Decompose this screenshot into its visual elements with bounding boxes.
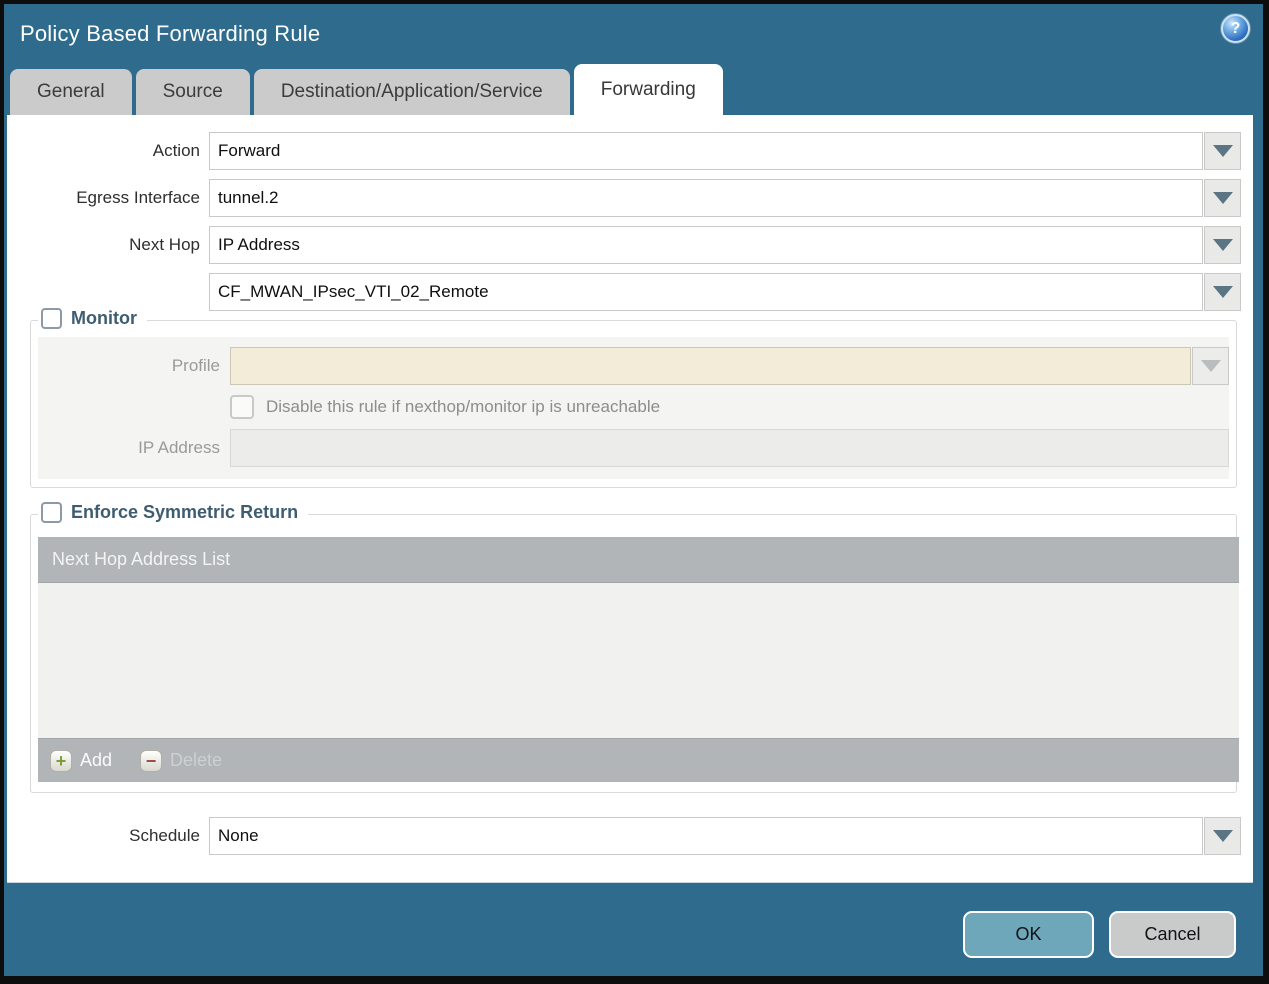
symmetric-return-fieldset: Enforce Symmetric Return Next Hop Addres… [30,502,1239,793]
chevron-down-icon [1212,239,1233,251]
symmetric-return-legend: Enforce Symmetric Return [38,502,309,523]
tab-destination-application-service[interactable]: Destination/Application/Service [253,69,570,115]
egress-interface-combo [209,179,1241,217]
next-hop-address-combo [209,273,1241,311]
next-hop-address-table-header: Next Hop Address List [38,537,1239,583]
schedule-label: Schedule [129,826,200,845]
delete-button-label: Delete [170,750,223,770]
schedule-input[interactable] [209,817,1203,855]
dialog-titlebar: Policy Based Forwarding Rule ? [4,4,1263,64]
symmetric-return-checkbox[interactable] [41,502,62,523]
egress-interface-input[interactable] [209,179,1203,217]
monitor-checkbox[interactable] [41,308,62,329]
schedule-combo [209,817,1241,855]
chevron-down-icon [1212,145,1233,157]
add-button[interactable]: + Add [50,749,113,772]
monitor-fieldset: Monitor Profile Disable this rule if nex… [30,308,1237,488]
chevron-down-icon [1212,192,1233,204]
help-icon[interactable]: ? [1221,14,1250,43]
profile-label: Profile [171,356,220,375]
next-hop-dropdown-trigger[interactable] [1204,226,1241,264]
monitor-ip-label: IP Address [138,438,220,457]
next-hop-address-row [7,273,1253,311]
minus-icon: − [140,749,163,772]
ok-button-label: OK [1015,924,1042,944]
action-label: Action [152,141,200,160]
next-hop-address-input[interactable] [209,273,1203,311]
tab-destination-label: Destination/Application/Service [280,81,543,102]
next-hop-row: Next Hop [7,226,1253,264]
profile-row: Profile [38,347,1229,385]
next-hop-address-table-toolbar: + Add − Delete [38,738,1239,782]
chevron-down-icon [1212,286,1233,298]
egress-interface-dropdown-trigger[interactable] [1204,179,1241,217]
egress-interface-label: Egress Interface [76,188,200,207]
next-hop-address-table-body[interactable] [38,583,1239,738]
action-dropdown-trigger[interactable] [1204,132,1241,170]
ok-button[interactable]: OK [963,911,1094,958]
pbf-rule-dialog: Policy Based Forwarding Rule ? General S… [0,0,1269,984]
dialog-title: Policy Based Forwarding Rule [20,21,321,46]
dialog-footer: OK Cancel [963,911,1236,958]
monitor-ip-row: IP Address [38,429,1229,467]
help-glyph: ? [1230,19,1241,37]
monitor-legend: Monitor [38,308,147,329]
chevron-down-icon [1212,830,1233,842]
action-input[interactable] [209,132,1203,170]
monitor-legend-label: Monitor [71,308,137,328]
schedule-row: Schedule [7,817,1253,855]
next-hop-address-list-header-label: Next Hop Address List [52,549,231,569]
tab-bar: General Source Destination/Application/S… [4,64,1263,115]
monitor-panel: Profile Disable this rule if nexthop/mon… [38,337,1229,479]
next-hop-type-input[interactable] [209,226,1203,264]
action-combo [209,132,1241,170]
cancel-button-label: Cancel [1144,924,1201,944]
disable-rule-row: Disable this rule if nexthop/monitor ip … [230,395,1229,419]
disable-rule-label: Disable this rule if nexthop/monitor ip … [266,397,661,416]
tab-forwarding[interactable]: Forwarding [573,64,723,115]
profile-dropdown-trigger [1192,347,1229,385]
disable-rule-checkbox [230,395,254,419]
monitor-ip-input [230,429,1229,467]
next-hop-address-table: Next Hop Address List + Add − Delete [38,537,1239,782]
forwarding-tab-panel: Action Egress Interface Next Hop [7,115,1253,883]
chevron-down-icon [1200,360,1221,372]
egress-interface-row: Egress Interface [7,179,1253,217]
tab-source-label: Source [162,81,223,102]
next-hop-combo [209,226,1241,264]
action-row: Action [7,132,1253,170]
add-button-label: Add [80,750,113,770]
schedule-dropdown-trigger[interactable] [1204,817,1241,855]
tab-general[interactable]: General [10,69,132,115]
tab-source[interactable]: Source [135,69,250,115]
next-hop-label: Next Hop [129,235,200,254]
next-hop-address-dropdown-trigger[interactable] [1204,273,1241,311]
delete-button[interactable]: − Delete [140,749,223,772]
profile-input [230,347,1192,385]
tab-forwarding-label: Forwarding [600,78,696,100]
tab-general-label: General [37,81,105,102]
symmetric-return-legend-label: Enforce Symmetric Return [71,502,299,522]
cancel-button[interactable]: Cancel [1109,911,1236,958]
plus-icon: + [50,749,72,772]
